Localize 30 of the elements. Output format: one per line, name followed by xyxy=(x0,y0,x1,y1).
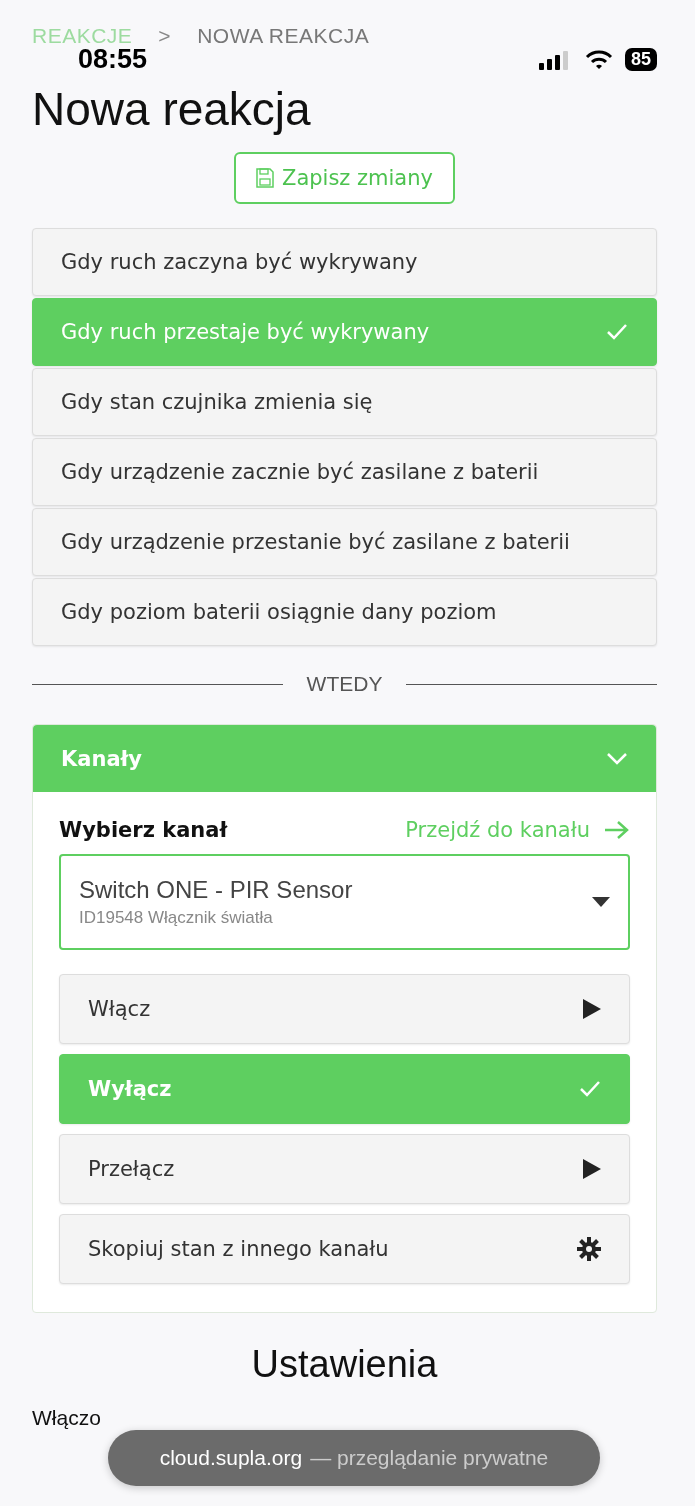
channel-subtitle: ID19548 Włącznik światła xyxy=(79,908,274,928)
battery-indicator: 85 xyxy=(624,48,657,71)
toast-text: — przeglądanie prywatne xyxy=(310,1446,549,1470)
field-label: Wybierz kanał xyxy=(59,818,228,842)
trigger-option[interactable]: Gdy urządzenie zacznie być zasilane z baterii xyxy=(32,438,657,506)
play-icon xyxy=(583,999,601,1019)
breadcrumb-current: NOWA REAKCJA xyxy=(197,24,370,48)
trigger-option[interactable]: Gdy stan czujnika zmienia się xyxy=(32,368,657,436)
check-icon xyxy=(606,323,628,341)
channel-dropdown[interactable]: Switch ONE - PIR Sensor ID19548 Włącznik światła xyxy=(59,854,630,950)
toast-domain: cloud.supla.org xyxy=(159,1446,303,1470)
wifi-icon xyxy=(584,49,613,70)
action-option[interactable]: Skopiuj stan z innego kanału xyxy=(59,1214,630,1284)
action-option[interactable]: Włącz xyxy=(59,974,630,1044)
breadcrumb-separator: > xyxy=(158,24,172,48)
check-icon xyxy=(579,1080,601,1098)
trigger-option[interactable]: Gdy ruch zaczyna być wykrywany xyxy=(32,228,657,296)
channel-name: Switch ONE - PIR Sensor xyxy=(79,876,353,904)
trigger-option[interactable]: Gdy urządzenie przestanie być zasilane z baterii xyxy=(32,508,657,576)
action-option[interactable]: Przełącz xyxy=(59,1134,630,1204)
chevron-icon xyxy=(606,751,628,766)
play-icon xyxy=(583,1159,601,1179)
page-title: Nowa reakcja xyxy=(32,82,312,136)
arrow-right-icon xyxy=(604,820,630,840)
dropdown-caret-icon xyxy=(592,897,610,907)
settings-heading: Ustawienia xyxy=(250,1343,439,1386)
trigger-option[interactable]: Gdy poziom baterii osiągnie dany poziom xyxy=(32,578,657,646)
section-divider-label: WTEDY xyxy=(306,672,383,696)
enabled-label: Włączo xyxy=(32,1406,101,1429)
gear-icon xyxy=(577,1237,601,1261)
